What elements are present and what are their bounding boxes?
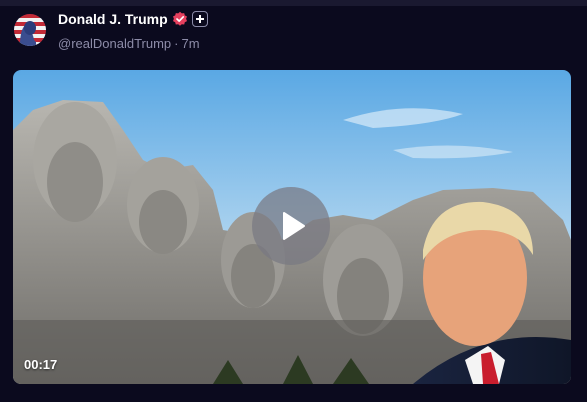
play-icon	[283, 212, 305, 240]
verified-badge-icon	[172, 11, 188, 27]
video-duration: 00:17	[24, 357, 58, 372]
author-handle[interactable]: @realDonaldTrump	[58, 36, 171, 51]
author-name[interactable]: Donald J. Trump	[58, 11, 168, 27]
meta-separator: ·	[174, 36, 179, 51]
post: Donald J. Trump @realDonaldTrump · 7m 00…	[0, 6, 587, 402]
post-meta: @realDonaldTrump · 7m	[58, 36, 200, 51]
post-timestamp[interactable]: 7m	[182, 36, 200, 51]
plus-badge-icon[interactable]	[192, 11, 208, 27]
video-player[interactable]: 00:17	[13, 70, 571, 384]
play-button[interactable]	[252, 187, 330, 265]
avatar-image	[14, 14, 46, 46]
avatar[interactable]	[14, 14, 46, 46]
